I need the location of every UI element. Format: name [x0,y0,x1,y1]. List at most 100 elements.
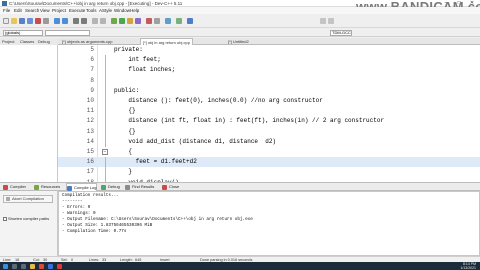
bookmark-icon[interactable] [320,18,326,24]
log-line: -------- [62,199,83,204]
main-toolbar [0,14,480,28]
line-number: 17 [86,168,94,176]
code-line[interactable]: 8 [58,75,480,86]
menu-astyle[interactable]: AStyle [99,7,112,14]
tab-classes[interactable]: Classes [20,38,34,45]
menu-window[interactable]: Window [114,7,130,14]
stop-icon[interactable] [154,18,160,24]
menu-help[interactable]: Help [130,7,139,14]
chart-icon[interactable] [176,18,182,24]
shorten-paths-option[interactable]: Shorten compiler paths [3,216,49,222]
code-line[interactable]: 15 − { [58,147,480,157]
menu-project[interactable]: Project [52,7,66,14]
code-text: {} [114,107,136,115]
fold-toggle-icon[interactable]: − [102,149,108,155]
code-text: void add_dist (distance d1, distance d2) [114,137,277,145]
replace-icon[interactable] [81,18,87,24]
code-line[interactable]: 16 feet = d1.feet+d2 [58,157,480,168]
function-combo[interactable] [45,29,90,36]
code-line[interactable]: 11 {} [58,106,480,117]
menu-search[interactable]: Search [25,7,39,14]
bandicam-taskbar-icon[interactable] [57,263,62,269]
line-number: 14 [86,137,94,145]
compile-log-output: Compilation results... -------- - Errors… [58,191,480,256]
tab-debug-output[interactable]: Debug [101,183,120,191]
code-line[interactable]: 12 distance (int ft, float in) : feet(ft… [58,116,480,127]
file-tab-objects-as-arguments[interactable]: [*] objects as arguments.cpp [60,38,114,45]
line-number: 8 [90,76,94,84]
rebuild-icon[interactable] [135,18,141,24]
find-icon[interactable] [73,18,79,24]
code-text: distance (): feet(0), inches(0.0) //no a… [114,97,323,104]
abort-compilation-button[interactable]: Abort Compilation [3,195,53,203]
debug-icon[interactable] [146,18,152,24]
compile-log-controls: Abort Compilation [0,191,58,256]
line-number: 13 [86,127,94,135]
line-number: 12 [86,117,94,125]
task-view-icon[interactable] [21,263,26,269]
compiler-combo[interactable]: TDM-GCC [330,29,352,36]
bottom-panel-tabs: Compiler Resources Compile Log Debug Fin… [0,182,480,191]
file-tab-obj-in-arg[interactable]: [*] obj in arg return obj.cpp [140,38,193,45]
clock-date: 1/13/2021 [460,266,476,270]
line-number: 16 [86,158,94,166]
code-line[interactable]: 14 void add_dist (distance d1, distance … [58,136,480,147]
tab-debug[interactable]: Debug [38,38,50,45]
menu-file[interactable]: File [3,7,10,14]
search-icon[interactable] [12,263,17,269]
devcpp-taskbar-icon[interactable] [48,263,53,269]
indent-icon[interactable] [92,18,98,24]
tab-close[interactable]: Close [162,183,179,191]
code-line[interactable]: 6 int feet; [58,55,480,66]
compile-run-icon[interactable] [127,18,133,24]
left-panel-tabs: Project Classes Debug [0,38,58,45]
menu-view[interactable]: View [40,7,50,14]
code-line[interactable]: 10 distance (): feet(0), inches(0.0) //n… [58,96,480,107]
open-folder-icon[interactable] [11,18,17,24]
unindent-icon[interactable] [100,18,106,24]
code-line[interactable]: 5 private: [58,45,480,55]
system-clock[interactable]: 8:14 PM 1/13/2021 [440,262,476,270]
line-number: 15 [86,148,94,155]
code-line[interactable]: 13 {} [58,126,480,137]
code-text: float inches; [114,66,176,74]
run-icon[interactable] [119,18,125,24]
tab-compiler[interactable]: Compiler [3,183,26,191]
redo-icon[interactable] [62,18,68,24]
menu-tools[interactable]: Tools [86,7,97,14]
tab-project[interactable]: Project [2,38,14,45]
undo-icon[interactable] [54,18,60,24]
shorten-paths-checkbox[interactable] [3,216,7,221]
menu-execute[interactable]: Execute [69,7,85,14]
print-icon[interactable] [43,18,49,24]
save-icon[interactable] [19,18,25,24]
file-tabs: [*] objects as arguments.cpp [*] obj in … [58,38,480,45]
close-file-icon[interactable] [35,18,41,24]
start-icon[interactable] [3,263,8,269]
chrome-icon[interactable] [39,263,44,269]
tab-compile-log[interactable]: Compile Log [66,183,98,191]
scope-combo[interactable]: (globals) [3,29,43,36]
tab-find-results[interactable]: Find Results [125,183,154,191]
save-all-icon[interactable] [27,18,33,24]
code-editor[interactable]: 5 private: 6 int feet; 7 float inches; 8 9 pub… [58,45,480,182]
compile-icon[interactable] [111,18,117,24]
menu-edit[interactable]: Edit [14,7,22,14]
class-browser-icon[interactable] [165,18,171,24]
code-text: int feet; [114,56,161,64]
code-line[interactable]: 17 } [58,167,480,178]
log-line: - Errors: 0 [62,205,91,210]
fold-guide [105,116,106,127]
fold-guide [105,85,106,96]
new-file-icon[interactable] [3,18,9,24]
code-line[interactable]: 9 public: [58,85,480,96]
goto-icon[interactable] [328,18,334,24]
line-number: 5 [90,46,94,53]
file-tab-untitled2[interactable]: [*] Untitled2 [226,38,251,45]
file-explorer-icon[interactable] [30,263,35,269]
line-number: 11 [86,107,94,115]
tab-compile-log-label: Compile Log [74,185,97,190]
code-line[interactable]: 7 float inches; [58,65,480,76]
tab-resources[interactable]: Resources [34,183,60,191]
help-icon[interactable] [187,18,193,24]
